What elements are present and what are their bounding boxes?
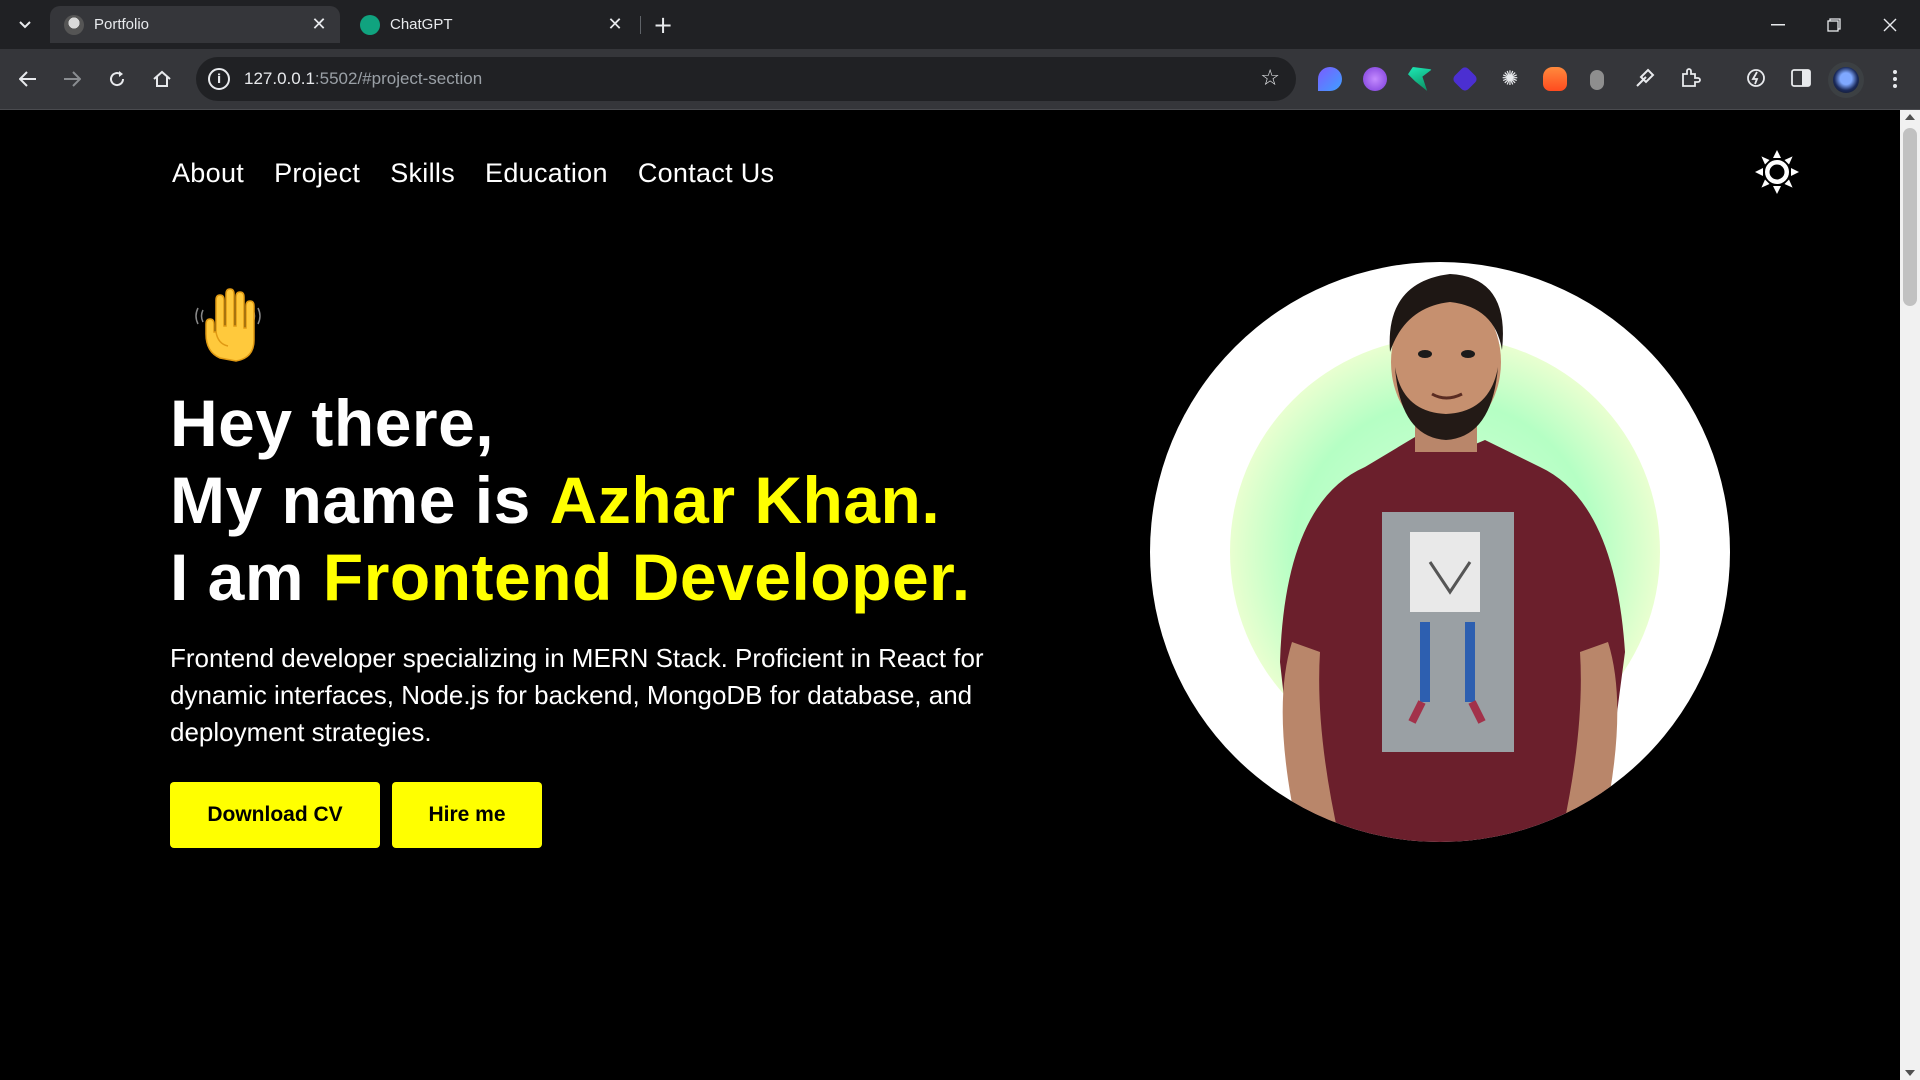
reload-button[interactable]	[101, 63, 133, 95]
arrow-right-icon	[64, 71, 81, 87]
close-tab-icon[interactable]: ✕	[604, 14, 626, 36]
minimize-button[interactable]	[1750, 0, 1806, 49]
site-navigation: About Project Skills Education Contact U…	[172, 158, 774, 189]
nav-link-contact[interactable]: Contact Us	[638, 158, 775, 189]
reload-icon	[110, 71, 125, 87]
nav-link-about[interactable]: About	[172, 158, 244, 189]
scroll-down-arrow-icon[interactable]	[1905, 1070, 1915, 1076]
hero-intro-paragraph: Frontend developer specializing in MERN …	[170, 643, 984, 747]
tab-search-button[interactable]	[10, 11, 40, 39]
nav-link-education[interactable]: Education	[485, 158, 608, 189]
eyedropper-glyph-icon	[1636, 68, 1655, 87]
role-line-prefix: I am	[170, 540, 323, 614]
site-info-icon[interactable]: i	[208, 68, 230, 90]
eyedropper-icon[interactable]	[1630, 63, 1660, 93]
address-bar[interactable]: i 127.0.0.1 :5502/#project-section ☆	[196, 57, 1296, 101]
performance-icon[interactable]	[1741, 63, 1771, 93]
nav-link-project[interactable]: Project	[274, 158, 360, 189]
tab-title: Portfolio	[94, 16, 150, 33]
browser-menu-button[interactable]	[1880, 63, 1910, 95]
restore-button[interactable]	[1806, 0, 1862, 49]
chatgpt-favicon-icon	[360, 14, 380, 35]
profile-avatar[interactable]	[1828, 62, 1864, 98]
minimize-icon	[1771, 23, 1785, 25]
tab-divider	[640, 16, 641, 34]
leaf-icon[interactable]	[1408, 67, 1432, 91]
sidepanel-icon[interactable]	[1786, 63, 1816, 93]
browser-tab-strip: Portfolio ✕ ChatGPT ✕ +	[0, 0, 1920, 49]
close-window-button[interactable]	[1862, 0, 1918, 49]
home-button[interactable]	[146, 63, 178, 95]
waving-hand-icon	[195, 288, 261, 362]
url-host: 127.0.0.1	[244, 69, 315, 88]
tab-chatgpt[interactable]: ChatGPT ✕	[346, 6, 636, 43]
forward-button[interactable]	[56, 63, 88, 95]
theme-toggle-sun-icon[interactable]	[1755, 150, 1799, 194]
bulb-icon[interactable]	[1590, 70, 1604, 90]
restore-icon	[1827, 17, 1841, 32]
download-cv-button[interactable]: Download CV	[170, 782, 380, 848]
scroll-up-arrow-icon[interactable]	[1905, 114, 1915, 120]
back-button[interactable]	[12, 63, 44, 95]
tab-title: ChatGPT	[390, 16, 453, 33]
greeting-line: Hey there,	[170, 386, 495, 460]
fire-icon[interactable]	[1543, 67, 1567, 91]
more-vert-icon	[1893, 70, 1897, 88]
droplet-icon[interactable]	[1318, 67, 1342, 91]
avatar-image	[1833, 67, 1859, 93]
new-tab-button[interactable]: +	[648, 11, 678, 39]
developer-name: Azhar Khan.	[549, 463, 941, 537]
portfolio-favicon-icon	[64, 14, 84, 35]
scrollbar-thumb[interactable]	[1903, 128, 1917, 306]
hero-headline: Hey there, My name is Azhar Khan. I am F…	[170, 385, 971, 616]
browser-toolbar: i 127.0.0.1 :5502/#project-section ☆ ✺	[0, 49, 1920, 110]
puzzle-icon[interactable]	[1675, 63, 1705, 93]
nav-link-skills[interactable]: Skills	[390, 158, 455, 189]
performance-glyph-icon	[1747, 69, 1765, 87]
home-icon	[153, 70, 171, 87]
gear-icon[interactable]: ✺	[1495, 63, 1525, 93]
cube-icon[interactable]	[1451, 65, 1479, 93]
close-tab-icon[interactable]: ✕	[308, 14, 330, 36]
close-icon	[1883, 18, 1897, 31]
planet-icon[interactable]	[1363, 67, 1387, 91]
url-path: :5502/#project-section	[314, 69, 483, 88]
page-scrollbar[interactable]	[1900, 110, 1920, 1080]
name-line-prefix: My name is	[170, 463, 550, 537]
portrait-illustration	[1230, 274, 1660, 842]
bookmark-star-icon[interactable]: ☆	[1260, 66, 1280, 91]
sidepanel-glyph-icon	[1791, 69, 1811, 87]
developer-role: Frontend Developer.	[322, 540, 971, 614]
arrow-left-icon	[19, 71, 36, 87]
profile-portrait	[1150, 262, 1730, 842]
page-viewport: About Project Skills Education Contact U…	[0, 110, 1900, 1080]
tab-portfolio[interactable]: Portfolio ✕	[50, 6, 340, 43]
chevron-down-icon	[19, 21, 31, 29]
extensions-puzzle-icon	[1682, 68, 1701, 87]
hire-me-button[interactable]: Hire me	[392, 782, 542, 848]
